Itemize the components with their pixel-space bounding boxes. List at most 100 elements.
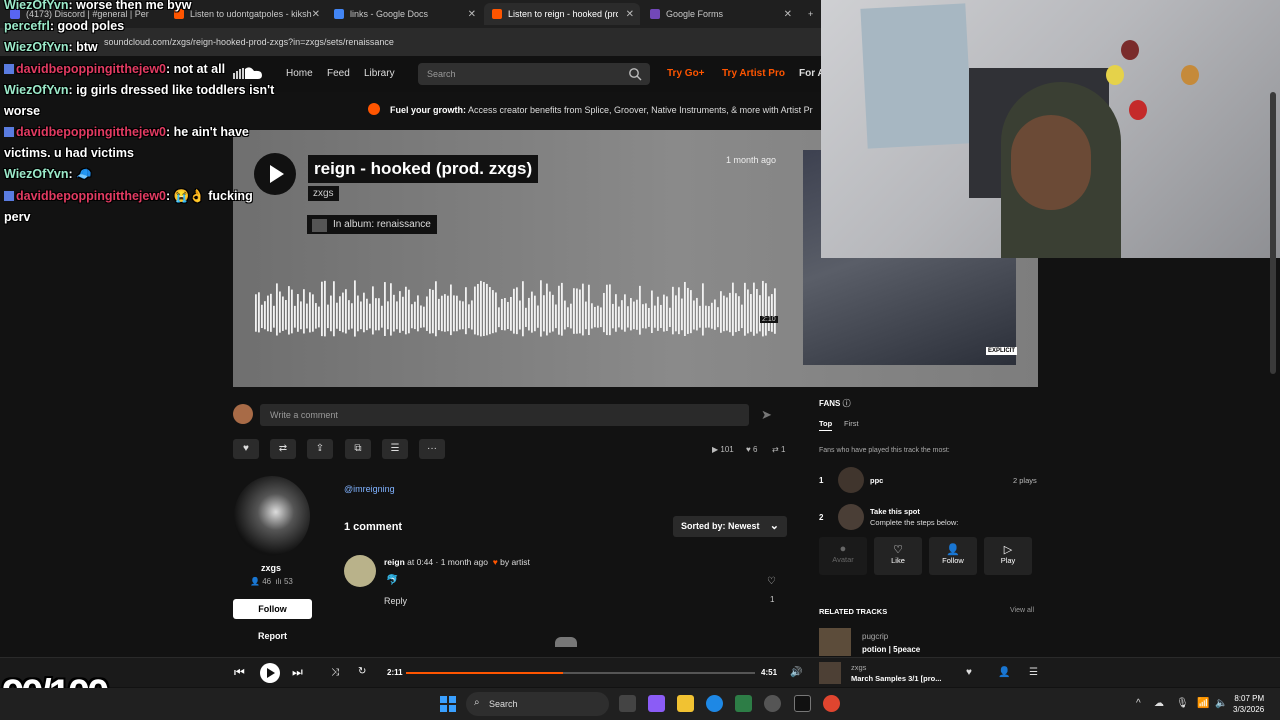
taskbar-search[interactable]: ⌕ Search: [466, 692, 609, 716]
reply-link[interactable]: Reply: [384, 596, 407, 606]
search-icon[interactable]: [628, 67, 642, 81]
comment-like-icon[interactable]: ♡: [767, 576, 776, 587]
view-all-link[interactable]: View all: [1010, 607, 1034, 614]
chat-text: btw: [76, 40, 98, 54]
waveform-bar: [729, 292, 731, 333]
waveform-bar: [516, 287, 518, 335]
comment-user[interactable]: reign: [384, 557, 405, 567]
waveform-bar: [405, 286, 407, 335]
progress-bar[interactable]: [406, 672, 755, 674]
capcut-icon[interactable]: [794, 695, 811, 712]
album-thumbnail: [312, 219, 327, 232]
waveform-bar: [390, 283, 392, 336]
related-track-title[interactable]: potion | 5peace: [862, 645, 920, 654]
windows-start-icon[interactable]: [440, 696, 456, 712]
microphone-icon[interactable]: 🎙: [1176, 698, 1189, 709]
album-link[interactable]: In album: renaissance: [307, 215, 437, 234]
more-button[interactable]: ···: [419, 439, 445, 459]
next-icon[interactable]: ⏭: [292, 665, 303, 680]
chrome-icon[interactable]: [823, 695, 840, 712]
heart-icon[interactable]: ♥: [966, 667, 972, 678]
waveform-bar: [573, 288, 575, 334]
tab-google-forms[interactable]: Google Forms ✕: [642, 3, 798, 25]
file-explorer-icon[interactable]: [677, 695, 694, 712]
close-icon[interactable]: ✕: [468, 9, 476, 20]
comment-input[interactable]: Write a comment: [260, 404, 749, 426]
nav-feed[interactable]: Feed: [327, 68, 350, 79]
task-view-icon[interactable]: [619, 695, 636, 712]
like-button[interactable]: ♥: [233, 439, 259, 459]
new-tab-button[interactable]: +: [800, 3, 820, 25]
fan-name[interactable]: ppc: [870, 476, 883, 485]
share-button[interactable]: ⇪: [307, 439, 333, 459]
description-handle[interactable]: @imreigning: [344, 484, 395, 494]
nav-library[interactable]: Library: [364, 68, 395, 79]
close-icon[interactable]: ✕: [784, 9, 792, 20]
likes-value: 6: [752, 445, 758, 454]
send-icon[interactable]: ➤: [761, 407, 772, 423]
fan-step-like[interactable]: ♡ Like: [874, 537, 922, 575]
system-clock[interactable]: 8:07 PM 3/3/2026: [1233, 693, 1264, 715]
now-playing-thumbnail[interactable]: [819, 662, 841, 684]
copilot-icon[interactable]: [648, 695, 665, 712]
copy-link-button[interactable]: ⧉: [345, 439, 371, 459]
related-track-thumbnail[interactable]: [819, 628, 851, 656]
settings-icon[interactable]: [764, 695, 781, 712]
comment-timestamp[interactable]: 0:44: [417, 557, 434, 567]
now-playing-artist[interactable]: zxgs: [851, 663, 866, 672]
report-link[interactable]: Report: [258, 631, 287, 641]
chevron-up-icon[interactable]: ^: [1136, 698, 1141, 709]
artist-name[interactable]: zxgs: [261, 563, 281, 573]
waveform-bar: [720, 291, 722, 333]
info-icon[interactable]: ⓘ: [843, 399, 851, 408]
tab-google-docs[interactable]: links - Google Docs ✕: [326, 3, 482, 25]
queue-icon[interactable]: ☰: [1029, 667, 1038, 678]
plush-toy: [1129, 100, 1147, 120]
heart-icon: ♥: [492, 557, 498, 567]
explicit-badge: EXPLICIT: [986, 347, 1018, 355]
now-playing-title[interactable]: March Samples 3/1 [pro...: [851, 674, 941, 683]
repost-button[interactable]: ⇄: [270, 439, 296, 459]
fan-step-follow[interactable]: 👤 Follow: [929, 537, 977, 575]
chat-message: davidbepoppingitthejew0: not at all: [4, 62, 225, 76]
track-artist[interactable]: zxgs: [308, 186, 339, 201]
try-go-plus-link[interactable]: Try Go+: [667, 68, 705, 79]
wifi-icon[interactable]: 📶: [1197, 698, 1209, 709]
waveform[interactable]: [255, 278, 777, 344]
waveform-bar: [369, 303, 371, 329]
sort-dropdown[interactable]: Sorted by: Newest ⌄: [673, 516, 787, 537]
player-play-button[interactable]: [260, 663, 280, 683]
follow-button[interactable]: Follow: [233, 599, 312, 619]
repeat-icon[interactable]: ↻: [358, 666, 366, 677]
previous-icon[interactable]: ⏮: [234, 665, 245, 680]
waveform-bar: [402, 296, 404, 331]
waveform-bar: [456, 295, 458, 332]
edge-icon[interactable]: [706, 695, 723, 712]
add-to-playlist-button[interactable]: ☰: [382, 439, 408, 459]
shuffle-icon[interactable]: ⤨: [331, 667, 339, 678]
tracks-count: 53: [283, 577, 293, 586]
follow-icon[interactable]: 👤: [998, 667, 1010, 678]
tab-top[interactable]: Top: [819, 419, 833, 431]
volume-icon[interactable]: 🔊: [790, 667, 802, 678]
close-icon[interactable]: ✕: [312, 9, 320, 20]
onedrive-icon[interactable]: ☁: [1154, 698, 1164, 709]
tab-reign-hooked[interactable]: Listen to reign - hooked (prod. ✕: [484, 3, 640, 25]
artist-avatar[interactable]: [234, 476, 310, 556]
tab-first[interactable]: First: [844, 419, 859, 428]
banner-text[interactable]: Fuel your growth: Access creator benefit…: [390, 105, 813, 115]
speaker-icon[interactable]: 🔈: [1215, 698, 1227, 709]
fan-avatar[interactable]: [838, 467, 864, 493]
page-scrollbar[interactable]: [1270, 92, 1276, 374]
fan-step-play[interactable]: ▷ Play: [984, 537, 1032, 575]
store-icon[interactable]: [735, 695, 752, 712]
related-track-artist[interactable]: pugcrip: [862, 632, 888, 641]
waveform-bar: [762, 280, 764, 337]
search-input[interactable]: Search: [418, 63, 650, 85]
close-icon[interactable]: ✕: [626, 9, 634, 20]
waveform-bar: [624, 294, 626, 332]
try-artist-pro-link[interactable]: Try Artist Pro: [722, 68, 785, 79]
fan-step-label: Play: [1000, 556, 1016, 565]
chat-text: 🧢: [76, 167, 92, 181]
commenter-avatar[interactable]: [344, 555, 376, 587]
